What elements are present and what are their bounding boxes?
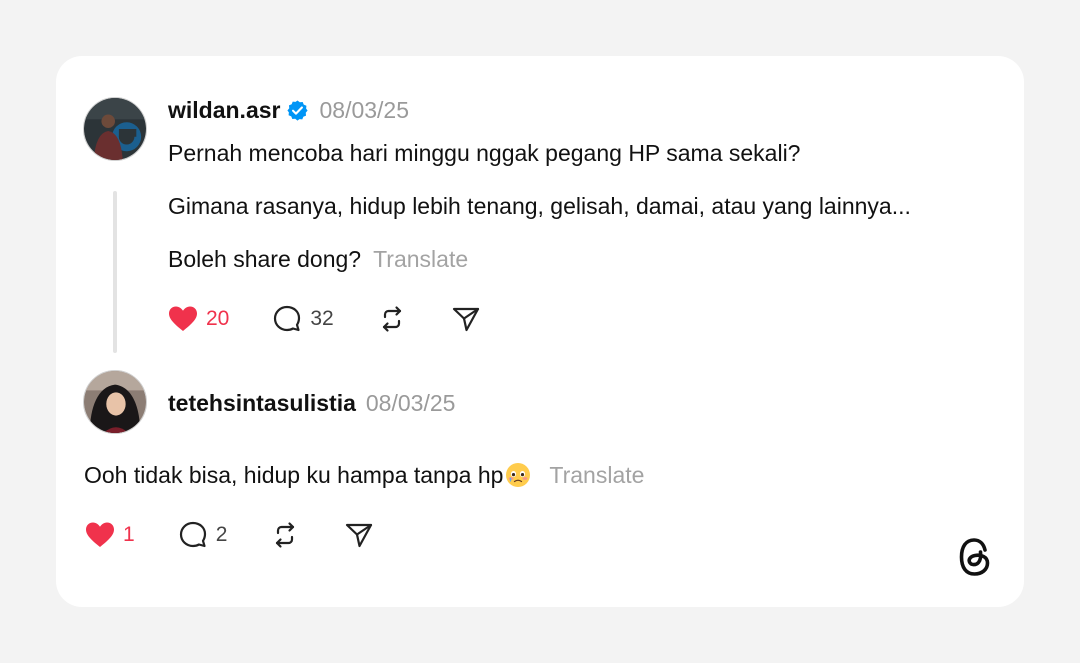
reply-translate-link[interactable]: Translate xyxy=(549,462,644,488)
avatar[interactable] xyxy=(83,97,147,161)
send-icon xyxy=(343,519,375,551)
post-text-line-3-content: Boleh share dong? xyxy=(168,246,362,272)
speech-bubble-icon xyxy=(177,519,209,551)
reply-actions: 1 2 xyxy=(84,519,375,551)
reply-avatar[interactable] xyxy=(83,370,147,434)
repost-button[interactable] xyxy=(376,303,408,335)
username[interactable]: wildan.asr xyxy=(168,97,280,124)
post-actions: 20 32 xyxy=(167,303,482,335)
verified-badge-icon xyxy=(286,99,309,122)
reply-username[interactable]: tetehsintasulistia xyxy=(168,390,356,417)
share-button[interactable] xyxy=(450,303,482,335)
send-icon xyxy=(450,303,482,335)
post-card: wildan.asr 08/03/25 Pernah mencoba hari … xyxy=(56,56,1024,607)
reply-date: 08/03/25 xyxy=(365,389,456,416)
like-button[interactable]: 20 xyxy=(167,303,229,335)
reply-reply-count: 2 xyxy=(215,523,228,546)
reply-repost-button[interactable] xyxy=(269,519,301,551)
post-text-line-1: Pernah mencoba hari minggu nggak pegang … xyxy=(168,140,801,166)
post-date: 08/03/25 xyxy=(319,96,410,123)
avatar-image xyxy=(84,98,146,160)
reply-like-count: 1 xyxy=(123,523,135,546)
face-holding-back-tears-icon xyxy=(505,462,531,488)
post-text-line-3: Boleh share dong? Translate xyxy=(168,244,468,274)
reply-share-button[interactable] xyxy=(343,519,375,551)
heart-icon xyxy=(167,303,199,335)
post-text-line-2: Gimana rasanya, hidup lebih tenang, geli… xyxy=(168,193,911,219)
thread-connector-line xyxy=(113,191,117,353)
reply-reply-button[interactable]: 2 xyxy=(177,519,228,551)
repost-icon xyxy=(376,303,408,335)
avatar-image xyxy=(84,371,146,433)
speech-bubble-icon xyxy=(271,303,303,335)
reply-text-content: Ooh tidak bisa, hidup ku hampa tanpa hp xyxy=(84,462,504,488)
like-count: 20 xyxy=(206,307,230,330)
reply-count: 32 xyxy=(310,307,334,330)
reply-like-button[interactable]: 1 xyxy=(84,519,135,551)
heart-icon xyxy=(84,519,116,551)
reply-text: Ooh tidak bisa, hidup ku hampa tanpa hp … xyxy=(84,460,644,490)
translate-link[interactable]: Translate xyxy=(373,246,468,272)
reply-button[interactable]: 32 xyxy=(271,303,334,335)
repost-icon xyxy=(269,519,301,551)
post-header: wildan.asr 08/03/25 xyxy=(168,95,409,125)
threads-logo-icon xyxy=(956,535,994,579)
reply-header: tetehsintasulistia 08/03/25 xyxy=(168,388,455,418)
